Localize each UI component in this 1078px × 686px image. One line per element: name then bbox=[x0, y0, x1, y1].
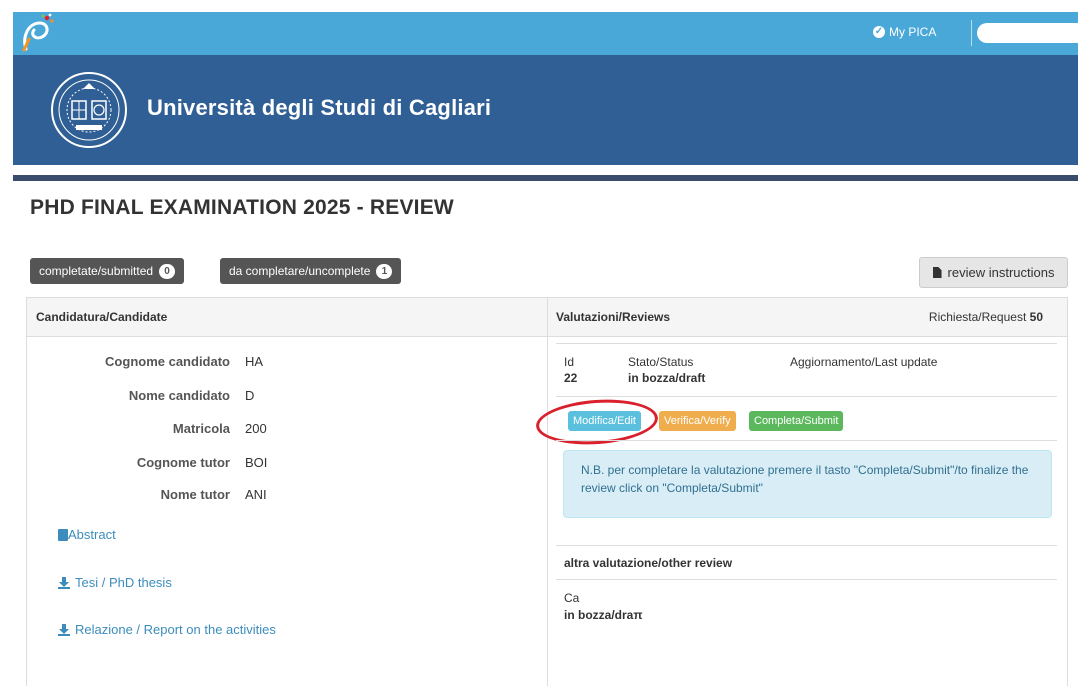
divider bbox=[556, 579, 1057, 580]
field-label: Nome candidato bbox=[128, 388, 230, 403]
university-seal-icon bbox=[51, 72, 127, 148]
request-value: 50 bbox=[1029, 310, 1043, 324]
field-label: Matricola bbox=[172, 421, 230, 436]
abstract-link[interactable]: Abstract bbox=[58, 527, 116, 542]
download-icon bbox=[58, 623, 70, 636]
submit-button[interactable]: Completa/Submit bbox=[749, 411, 844, 431]
col-status-header: Stato/Status bbox=[628, 355, 694, 369]
thesis-link-label: Tesi / PhD thesis bbox=[75, 575, 172, 590]
pica-logo-icon[interactable] bbox=[16, 13, 56, 53]
divider bbox=[556, 440, 1057, 441]
reviews-panel-heading: Valutazioni/Reviews Richiesta/Request 50 bbox=[548, 298, 1067, 337]
field-value: ANI bbox=[245, 487, 267, 502]
divider bbox=[556, 343, 1057, 344]
my-pica-link[interactable]: ✓ My PICA bbox=[873, 25, 936, 39]
report-download-link[interactable]: Relazione / Report on the activities bbox=[58, 622, 276, 637]
university-banner: Università degli Studi di Cagliari bbox=[13, 55, 1078, 165]
request-label: Richiesta/Request bbox=[928, 310, 1027, 324]
top-bar: ✓ My PICA bbox=[13, 12, 1078, 55]
submitted-filter-label: completate/submitted bbox=[39, 264, 154, 278]
book-icon bbox=[58, 528, 68, 541]
field-value: D bbox=[245, 388, 255, 403]
reviews-heading-label: Valutazioni/Reviews bbox=[556, 310, 671, 324]
university-name[interactable]: Università degli Studi di Cagliari bbox=[147, 95, 491, 121]
review-status: in bozza/draft bbox=[628, 371, 706, 385]
review-instructions-label: review instructions bbox=[947, 265, 1055, 280]
divider bbox=[556, 396, 1057, 397]
divider bbox=[556, 545, 1057, 546]
other-review-heading: altra valutazione/other review bbox=[564, 556, 733, 570]
uncomplete-filter-button[interactable]: da completare/uncomplete 1 bbox=[220, 258, 402, 284]
page-title: PHD FINAL EXAMINATION 2025 - REVIEW bbox=[30, 196, 454, 219]
field-label: Cognome candidato bbox=[105, 354, 230, 369]
field-label: Nome tutor bbox=[160, 487, 230, 502]
submitted-filter-button[interactable]: completate/submitted 0 bbox=[30, 258, 185, 284]
abstract-link-label: Abstract bbox=[68, 527, 116, 542]
review-instructions-button[interactable]: review instructions bbox=[919, 257, 1068, 288]
verify-button[interactable]: Verifica/Verify bbox=[659, 411, 736, 431]
banner-stripe bbox=[13, 175, 1078, 181]
col-update-header: Aggiornamento/Last update bbox=[790, 355, 938, 369]
other-review-id: Ca bbox=[564, 591, 580, 605]
uncomplete-count-badge: 1 bbox=[376, 263, 393, 279]
uncomplete-filter-label: da completare/uncomplete bbox=[229, 264, 371, 278]
request-number: Richiesta/Request 50 bbox=[929, 310, 1043, 324]
banner-spacer bbox=[13, 165, 1078, 175]
my-pica-label: My PICA bbox=[889, 25, 937, 39]
field-value: 200 bbox=[245, 421, 267, 436]
review-id: 22 bbox=[564, 371, 578, 385]
report-link-label: Relazione / Report on the activities bbox=[75, 622, 276, 637]
field-value: BOI bbox=[245, 455, 268, 470]
thesis-download-link[interactable]: Tesi / PhD thesis bbox=[58, 575, 172, 590]
info-alert: N.B. per completare la valutazione preme… bbox=[563, 450, 1052, 518]
col-id-header: Id bbox=[564, 355, 575, 369]
download-icon bbox=[58, 576, 70, 589]
other-review-status: in bozza/draπ bbox=[564, 608, 643, 622]
submitted-count-badge: 0 bbox=[159, 263, 176, 279]
file-icon bbox=[932, 267, 942, 278]
candidate-panel-heading: Candidatura/Candidate bbox=[27, 298, 547, 337]
user-circle-icon: ✓ bbox=[873, 26, 885, 38]
user-menu[interactable] bbox=[977, 23, 1078, 43]
field-label: Cognome tutor bbox=[136, 455, 230, 470]
topbar-divider bbox=[971, 20, 972, 46]
field-value: HA bbox=[245, 354, 264, 369]
